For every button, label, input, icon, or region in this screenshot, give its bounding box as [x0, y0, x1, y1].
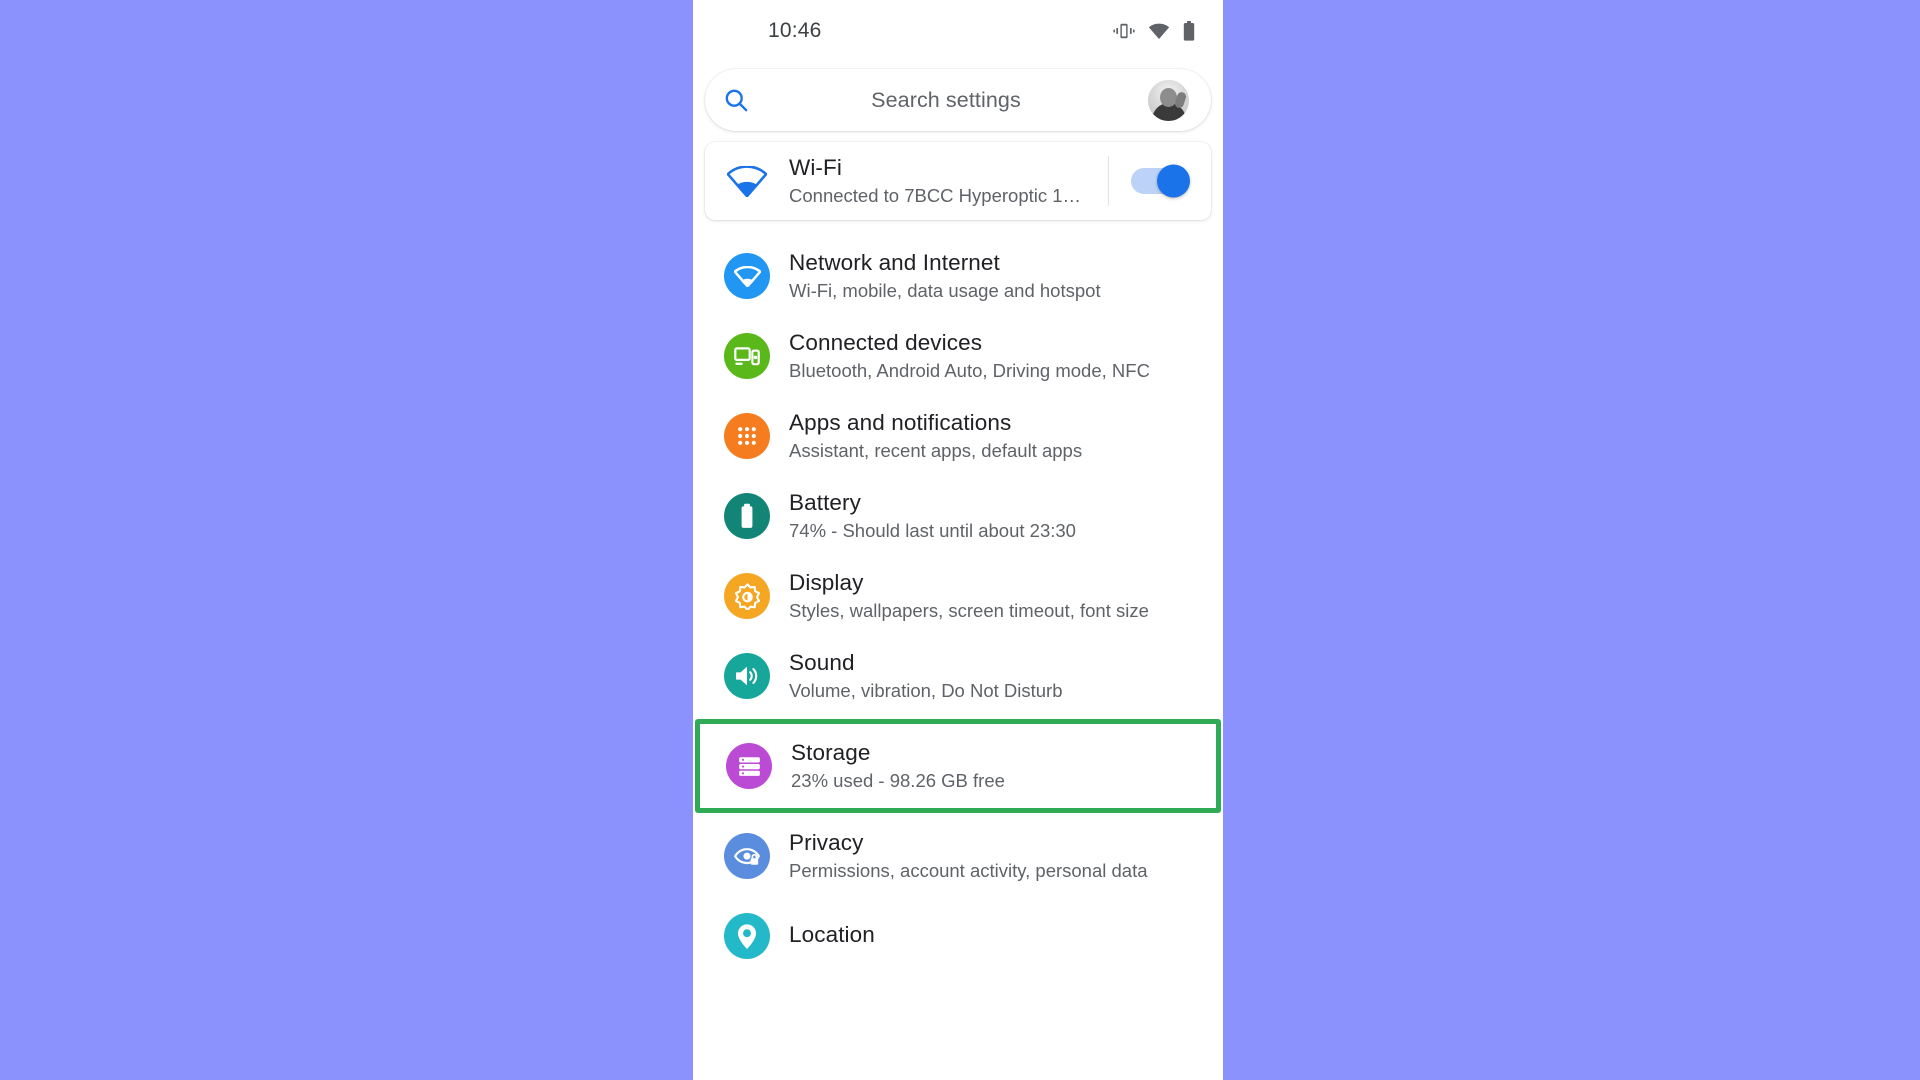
row-text: Network and Internet Wi-Fi, mobile, data… — [789, 249, 1223, 303]
row-icon-wrap — [705, 333, 789, 379]
location-pin-icon — [724, 913, 770, 959]
row-text: Location — [789, 921, 1223, 951]
wifi-toggle[interactable] — [1131, 164, 1190, 198]
row-title: Connected devices — [789, 329, 983, 355]
settings-row-privacy[interactable]: Privacy Permissions, account activity, p… — [693, 816, 1223, 896]
row-title: Location — [789, 922, 875, 947]
row-title: Storage — [791, 739, 871, 765]
row-subtitle: Bluetooth, Android Auto, Driving mode, N… — [789, 359, 1150, 381]
row-icon-wrap — [705, 573, 789, 619]
row-text: Battery 74% - Should last until about 23… — [789, 489, 1223, 543]
devices-icon — [724, 333, 770, 379]
settings-row-location[interactable]: Location — [693, 896, 1223, 976]
status-icon-group — [1113, 21, 1195, 41]
vibrate-icon — [1113, 22, 1135, 40]
row-icon-wrap — [705, 913, 789, 959]
row-subtitle: 23% used - 98.26 GB free — [791, 769, 1005, 791]
apps-grid-icon — [724, 413, 770, 459]
settings-list: Network and Internet Wi-Fi, mobile, data… — [693, 220, 1223, 976]
row-text: Sound Volume, vibration, Do Not Disturb — [789, 649, 1223, 703]
storage-icon — [726, 743, 772, 789]
row-title: Network and Internet — [789, 249, 1000, 275]
settings-row-display[interactable]: Display Styles, wallpapers, screen timeo… — [693, 556, 1223, 636]
row-subtitle: 74% - Should last until about 23:30 — [789, 519, 1076, 541]
row-title: Display — [789, 569, 864, 595]
row-icon-wrap — [705, 653, 789, 699]
wifi-icon — [1148, 23, 1170, 40]
row-title: Privacy — [789, 829, 864, 855]
search-icon[interactable] — [723, 87, 750, 114]
privacy-eye-lock-icon — [724, 833, 770, 879]
row-text: Connected devices Bluetooth, Android Aut… — [789, 329, 1223, 383]
brightness-icon — [724, 573, 770, 619]
settings-row-apps-and-notifications[interactable]: Apps and notifications Assistant, recent… — [693, 396, 1223, 476]
wifi-card-subtitle: Connected to 7BCC Hyperoptic 1… — [789, 184, 1082, 206]
row-subtitle: Assistant, recent apps, default apps — [789, 439, 1083, 461]
wifi-card-divider — [1108, 156, 1109, 206]
status-bar: 10:46 — [693, 0, 1223, 62]
wifi-quick-card[interactable]: Wi-Fi Connected to 7BCC Hyperoptic 1… — [705, 142, 1211, 220]
wifi-card-text: Wi-Fi Connected to 7BCC Hyperoptic 1… — [789, 154, 1108, 207]
status-clock: 10:46 — [768, 19, 822, 42]
settings-row-storage[interactable]: Storage 23% used - 98.26 GB free — [695, 719, 1221, 813]
row-text: Apps and notifications Assistant, recent… — [789, 409, 1223, 463]
row-icon-wrap — [705, 833, 789, 879]
row-icon-wrap — [705, 413, 789, 459]
settings-row-connected-devices[interactable]: Connected devices Bluetooth, Android Aut… — [693, 316, 1223, 396]
row-subtitle: Wi-Fi, mobile, data usage and hotspot — [789, 279, 1101, 301]
settings-row-sound[interactable]: Sound Volume, vibration, Do Not Disturb — [693, 636, 1223, 716]
phone-settings-panel: 10:46 Search settings Wi-Fi Connected to… — [693, 0, 1223, 1080]
settings-row-network-and-internet[interactable]: Network and Internet Wi-Fi, mobile, data… — [693, 236, 1223, 316]
search-bar[interactable]: Search settings — [705, 69, 1211, 131]
settings-row-battery[interactable]: Battery 74% - Should last until about 23… — [693, 476, 1223, 556]
battery-icon — [1183, 21, 1195, 41]
wifi-icon — [705, 165, 789, 197]
account-avatar[interactable] — [1148, 79, 1189, 121]
wifi-icon — [724, 253, 770, 299]
row-title: Sound — [789, 649, 855, 675]
row-subtitle: Permissions, account activity, personal … — [789, 859, 1148, 881]
row-text: Display Styles, wallpapers, screen timeo… — [789, 569, 1223, 623]
search-input-placeholder[interactable]: Search settings — [750, 88, 1148, 113]
wifi-toggle-knob[interactable] — [1157, 164, 1190, 198]
row-subtitle: Volume, vibration, Do Not Disturb — [789, 679, 1063, 701]
battery-icon — [724, 493, 770, 539]
row-title: Apps and notifications — [789, 409, 1012, 435]
row-icon-wrap — [705, 493, 789, 539]
row-subtitle: Styles, wallpapers, screen timeout, font… — [789, 599, 1149, 621]
row-text: Storage 23% used - 98.26 GB free — [791, 739, 1216, 793]
screen: 10:46 Search settings Wi-Fi Connected to… — [0, 0, 1920, 1080]
wifi-card-title: Wi-Fi — [789, 155, 842, 181]
row-icon-wrap — [707, 743, 791, 789]
row-title: Battery — [789, 489, 861, 515]
row-icon-wrap — [705, 253, 789, 299]
volume-icon — [724, 653, 770, 699]
row-text: Privacy Permissions, account activity, p… — [789, 829, 1223, 883]
